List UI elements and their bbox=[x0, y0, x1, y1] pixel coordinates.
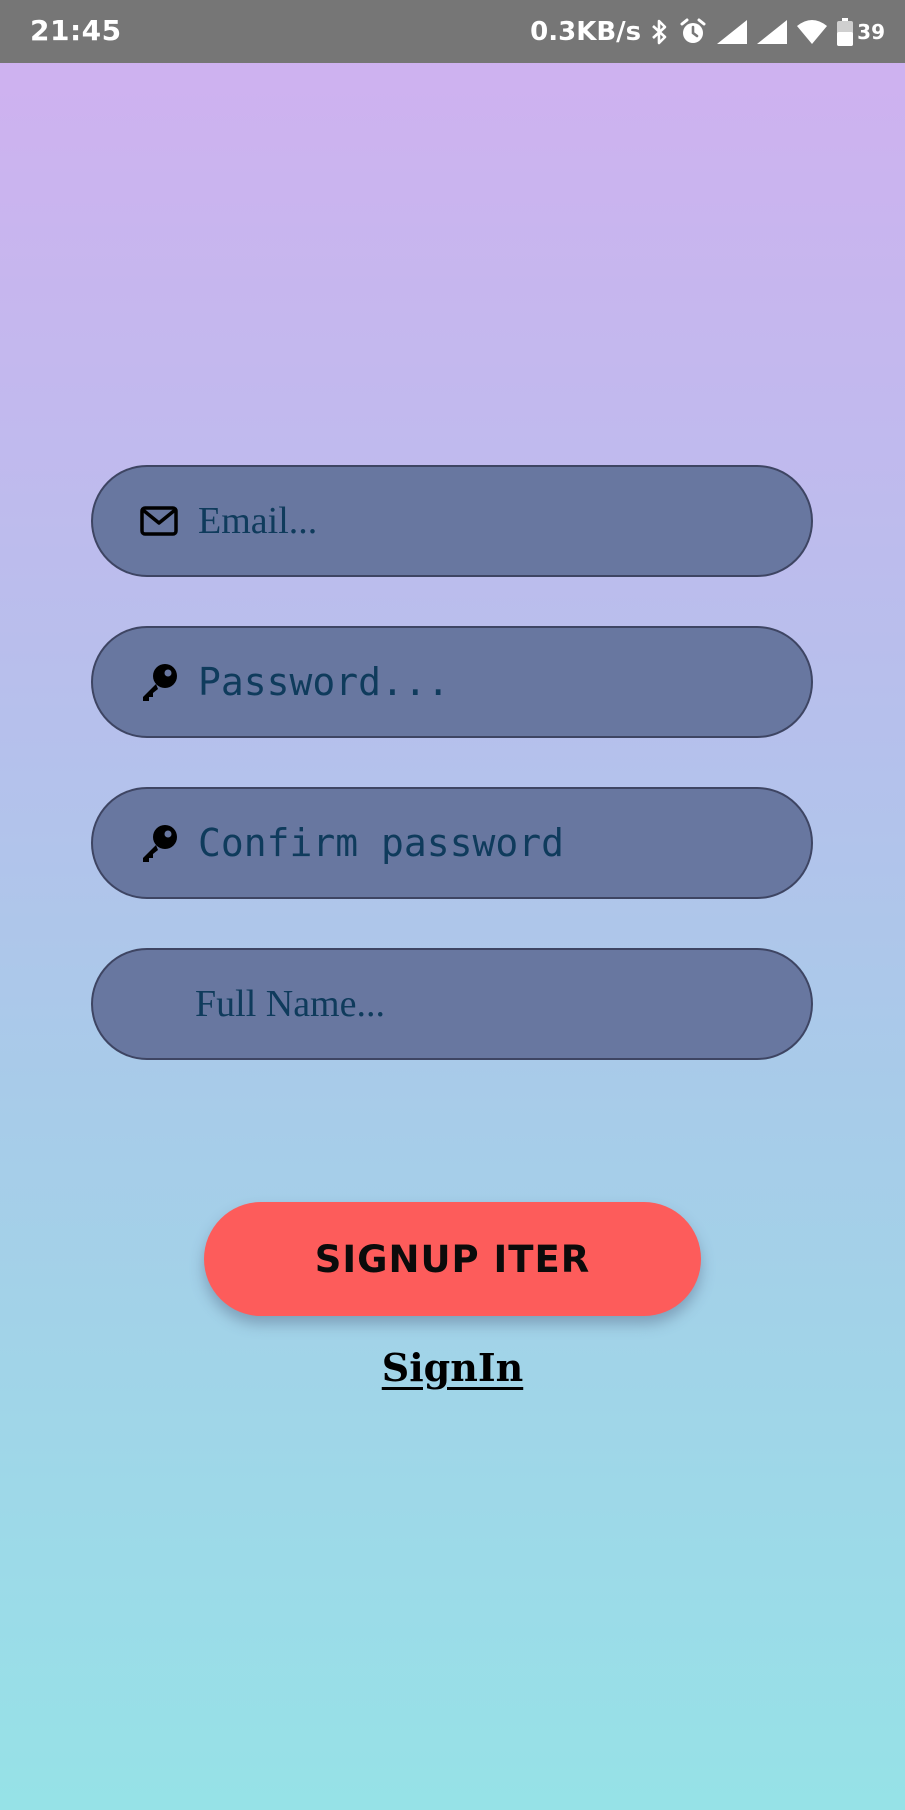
key-icon bbox=[139, 823, 179, 863]
bluetooth-icon bbox=[651, 19, 669, 45]
signup-screen: 21:45 0.3KB/s 39 Email... Password... Co… bbox=[0, 0, 905, 1810]
status-indicators: 0.3KB/s 39 bbox=[530, 12, 885, 52]
mail-icon bbox=[139, 501, 179, 541]
confirm-password-field[interactable]: Confirm password bbox=[91, 787, 813, 899]
signup-button[interactable]: SIGNUP ITER bbox=[204, 1202, 701, 1316]
signal-icon bbox=[757, 20, 788, 44]
email-field[interactable]: Email... bbox=[91, 465, 813, 577]
key-icon bbox=[139, 662, 179, 702]
full-name-field[interactable]: Full Name... bbox=[91, 948, 813, 1060]
full-name-placeholder: Full Name... bbox=[195, 983, 385, 1025]
email-placeholder: Email... bbox=[198, 500, 318, 542]
alarm-icon bbox=[679, 18, 707, 46]
password-field[interactable]: Password... bbox=[91, 626, 813, 738]
battery-icon bbox=[837, 18, 854, 46]
status-bar: 21:45 0.3KB/s 39 bbox=[0, 0, 905, 63]
password-placeholder: Password... bbox=[198, 660, 450, 704]
wifi-icon bbox=[797, 20, 828, 44]
confirm-password-placeholder: Confirm password bbox=[198, 821, 565, 865]
signal-icon bbox=[717, 20, 748, 44]
signin-link[interactable]: SignIn bbox=[0, 1345, 905, 1390]
battery-level: 39 bbox=[857, 20, 885, 44]
network-speed: 0.3KB/s bbox=[530, 17, 642, 47]
status-time: 21:45 bbox=[30, 14, 122, 47]
